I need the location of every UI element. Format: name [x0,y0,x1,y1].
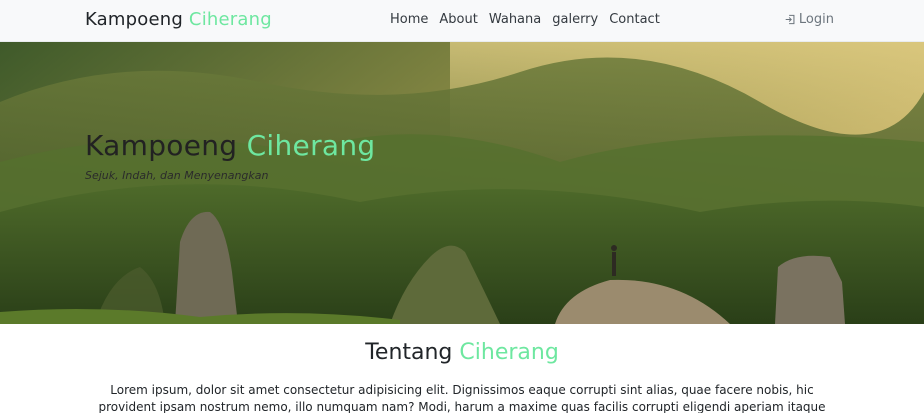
login-label: Login [798,12,834,27]
nav-link-about[interactable]: About [439,12,477,27]
login-icon [785,14,795,25]
nav-link-home[interactable]: Home [390,12,428,27]
hero-title-main: Kampoeng [85,129,238,162]
nav-link-contact[interactable]: Contact [609,12,660,27]
navbar: Kampoeng Ciherang Home About Wahana gale… [0,0,924,42]
brand-accent: Ciherang [188,9,272,30]
login-link[interactable]: Login [785,12,834,27]
brand-logo[interactable]: Kampoeng Ciherang [85,9,272,30]
about-title-main: Tentang [365,340,453,365]
about-title: Tentang Ciherang [0,340,924,365]
brand-main: Kampoeng [85,9,183,30]
nav-link-gallery[interactable]: galerry [552,12,598,27]
about-paragraph: Lorem ipsum, dolor sit amet consectetur … [98,383,826,413]
about-title-accent: Ciherang [459,340,559,365]
nav-link-wahana[interactable]: Wahana [489,12,541,27]
nav-links: Home About Wahana galerry Contact [390,12,660,27]
hero-title-accent: Ciherang [246,129,376,162]
hero-subtitle: Sejuk, Indah, dan Menyenangkan [85,169,269,182]
hero-title: Kampoeng Ciherang [85,129,375,162]
hero-banner: Kampoeng Ciherang Sejuk, Indah, dan Meny… [0,42,924,324]
hero-background-image [0,42,924,324]
